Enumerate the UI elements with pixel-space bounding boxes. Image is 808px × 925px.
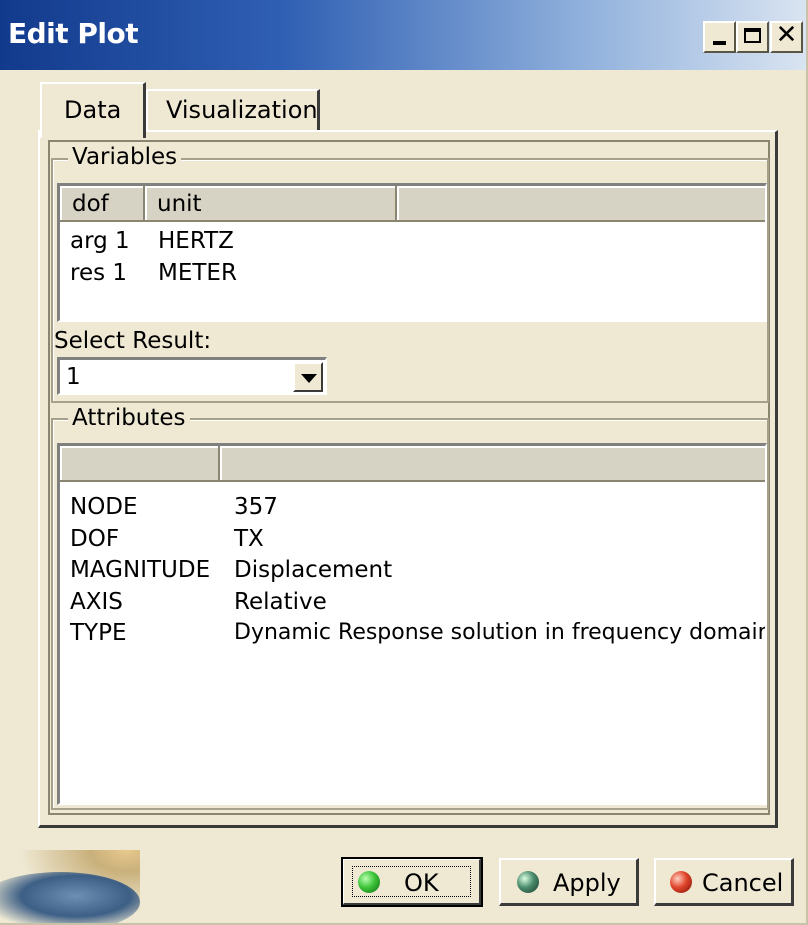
ok-button-label: OK <box>404 869 439 897</box>
column-header-dof[interactable]: dof <box>60 186 145 222</box>
attribute-name[interactable]: TYPE <box>70 620 127 646</box>
edit-plot-dialog: Edit Plot ✕ Data Visualization Variables… <box>0 0 808 925</box>
list-item[interactable]: HERTZ <box>158 228 234 254</box>
attribute-name[interactable]: AXIS <box>70 589 123 615</box>
variables-list[interactable]: dof unit arg 1 HERTZ res 1 METER <box>57 183 767 322</box>
tab-visualization-label: Visualization <box>166 96 318 124</box>
attribute-value[interactable]: Dynamic Response solution in frequency d… <box>234 620 765 645</box>
variables-group-label: Variables <box>68 144 182 170</box>
list-item[interactable]: arg 1 <box>70 228 130 254</box>
column-header-empty[interactable] <box>397 186 765 222</box>
column-header-unit[interactable]: unit <box>145 186 397 222</box>
maximize-button[interactable] <box>736 21 769 53</box>
select-result-label: Select Result: <box>54 328 212 354</box>
green-sphere-icon <box>358 871 380 893</box>
red-sphere-icon <box>670 871 692 893</box>
maximize-icon <box>744 28 761 43</box>
attribute-name[interactable]: MAGNITUDE <box>70 557 210 583</box>
column-header-value[interactable] <box>220 446 765 482</box>
close-icon: ✕ <box>775 20 798 50</box>
list-item[interactable]: METER <box>158 260 237 286</box>
minimize-button[interactable] <box>703 21 736 53</box>
ok-button[interactable]: OK <box>341 857 483 907</box>
select-result-dropdown[interactable]: 1 <box>57 357 327 395</box>
minimize-icon <box>713 41 726 45</box>
cancel-button[interactable]: Cancel <box>654 858 794 906</box>
attributes-group-label: Attributes <box>68 405 190 431</box>
attribute-name[interactable]: NODE <box>70 494 138 520</box>
tab-data-label: Data <box>64 96 122 124</box>
dark-green-sphere-icon <box>517 871 539 893</box>
attribute-value[interactable]: TX <box>234 526 264 552</box>
attribute-value[interactable]: Displacement <box>234 557 392 583</box>
unit-cell: METER <box>158 260 237 286</box>
attribute-name[interactable]: DOF <box>70 526 119 552</box>
apply-button[interactable]: Apply <box>499 858 639 906</box>
cancel-button-label: Cancel <box>702 869 784 897</box>
attribute-value[interactable]: 357 <box>234 494 278 520</box>
tab-data[interactable]: Data <box>40 82 146 138</box>
column-header-name[interactable] <box>60 446 220 482</box>
list-item[interactable]: res 1 <box>70 260 127 286</box>
attribute-value[interactable]: Relative <box>234 589 327 615</box>
close-button[interactable]: ✕ <box>770 21 803 53</box>
dropdown-button[interactable] <box>293 362 323 392</box>
title-bar[interactable]: Edit Plot ✕ <box>0 0 806 70</box>
attributes-list[interactable]: NODE 357 DOF TX MAGNITUDE Displacement A… <box>57 443 767 805</box>
dof-cell: res 1 <box>70 260 128 286</box>
unit-cell: HERTZ <box>158 228 234 254</box>
tab-visualization[interactable]: Visualization <box>146 89 320 130</box>
window-title: Edit Plot <box>8 17 139 50</box>
apply-button-label: Apply <box>553 869 621 897</box>
dof-cell: arg 1 <box>70 228 130 254</box>
chevron-down-icon <box>301 374 317 383</box>
select-result-value: 1 <box>66 364 81 390</box>
